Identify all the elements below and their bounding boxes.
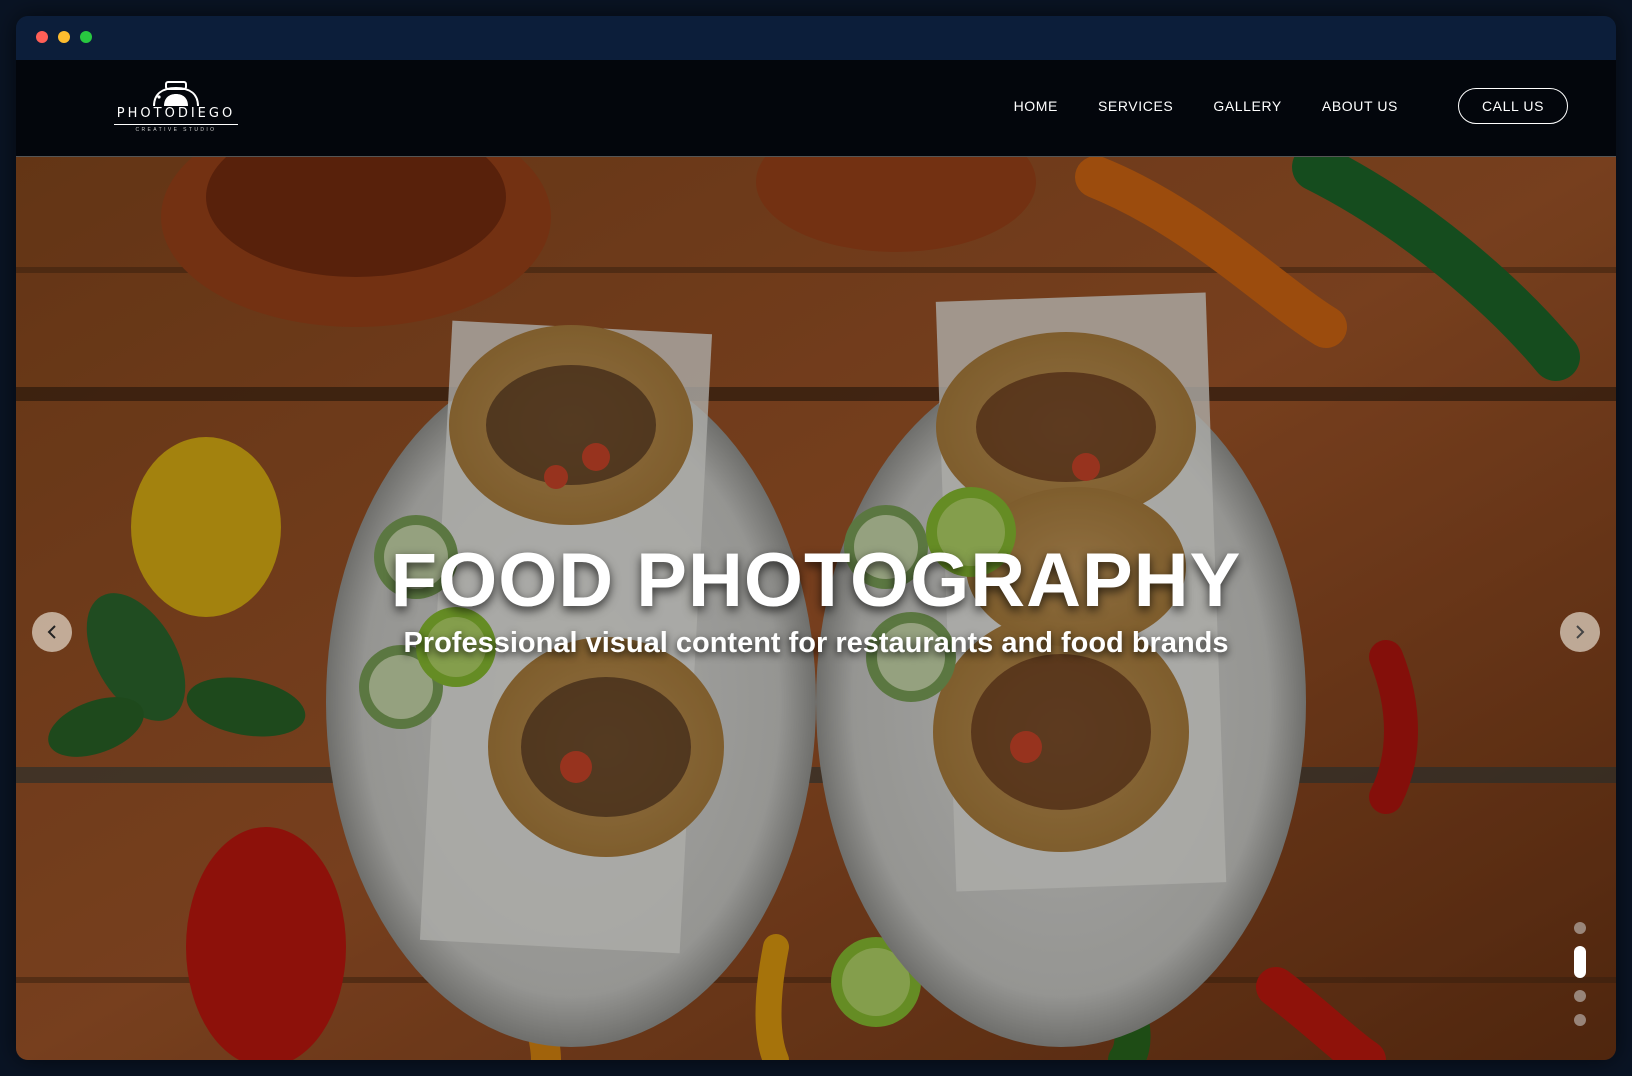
chevron-right-icon [1576,625,1585,639]
browser-window: PHOTODIEGO CREATIVE STUDIO HOME SERVICES… [16,16,1616,1060]
minimize-window-button[interactable] [58,31,70,43]
maximize-window-button[interactable] [80,31,92,43]
slide-indicator-3[interactable] [1574,990,1586,1002]
call-us-button[interactable]: CALL US [1458,88,1568,124]
hero-subtitle: Professional visual content for restaura… [403,627,1229,659]
logo-tagline: CREATIVE STUDIO [114,124,238,133]
main-nav: HOME SERVICES GALLERY ABOUT US [1014,98,1398,114]
site-navbar: PHOTODIEGO CREATIVE STUDIO HOME SERVICES… [16,60,1616,157]
nav-about-us[interactable]: ABOUT US [1322,98,1398,114]
slide-indicator-1[interactable] [1574,922,1586,934]
nav-home[interactable]: HOME [1014,98,1058,114]
chevron-left-icon [47,625,56,639]
close-window-button[interactable] [36,31,48,43]
camera-icon [153,81,199,107]
nav-gallery[interactable]: GALLERY [1213,98,1282,114]
window-titlebar [16,16,1616,60]
hero-slider: FOOD PHOTOGRAPHY Professional visual con… [16,157,1616,1060]
nav-services[interactable]: SERVICES [1098,98,1173,114]
logo-wordmark: PHOTODIEGO [116,106,236,121]
previous-slide-button[interactable] [32,612,72,652]
hero-title: FOOD PHOTOGRAPHY [390,538,1242,623]
slide-indicator-4[interactable] [1574,1014,1586,1026]
next-slide-button[interactable] [1560,612,1600,652]
slide-indicator-2[interactable] [1574,946,1586,978]
site-logo[interactable]: PHOTODIEGO CREATIVE STUDIO [114,78,238,138]
